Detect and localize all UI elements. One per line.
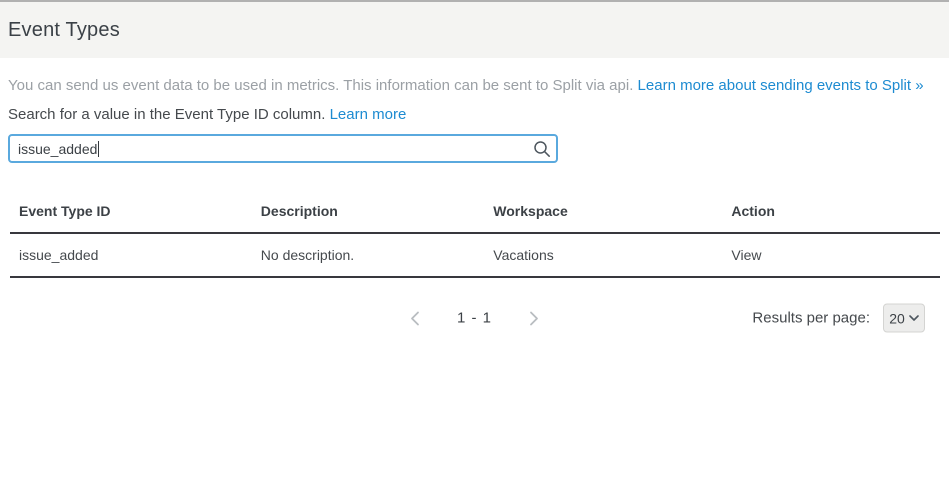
chevron-down-icon <box>909 315 919 322</box>
cell-event-type-id: issue_added <box>10 233 252 277</box>
results-per-page-value: 20 <box>889 310 905 326</box>
cell-description: No description. <box>252 233 485 277</box>
search-input-wrapper: issue_added <box>8 134 558 163</box>
event-types-table-wrapper: Event Type ID Description Workspace Acti… <box>10 189 940 278</box>
pagination: 1 - 1 <box>407 310 542 327</box>
text-caret <box>98 141 99 157</box>
table-row: issue_added No description. Vacations Vi… <box>10 233 940 277</box>
results-per-page-label: Results per page: <box>752 310 870 327</box>
page-title: Event Types <box>8 19 120 42</box>
column-header-workspace: Workspace <box>484 189 722 233</box>
event-types-page: Event Types You can send us event data t… <box>0 0 949 496</box>
previous-page-icon[interactable] <box>407 310 423 326</box>
learn-more-sending-events-link[interactable]: Learn more about sending events to Split… <box>638 77 924 94</box>
cell-action: View <box>722 233 940 277</box>
search-input-value: issue_added <box>18 141 97 157</box>
table-footer: 1 - 1 Results per page: 20 <box>0 302 949 334</box>
search-input[interactable]: issue_added <box>8 134 558 163</box>
column-header-event-type-id: Event Type ID <box>10 189 252 233</box>
event-types-table: Event Type ID Description Workspace Acti… <box>10 189 940 278</box>
search-hint-text: Search for a value in the Event Type ID … <box>8 105 941 125</box>
next-page-icon[interactable] <box>526 310 542 326</box>
learn-more-link[interactable]: Learn more <box>330 106 407 123</box>
cell-workspace: Vacations <box>484 233 722 277</box>
view-action-link[interactable]: View <box>731 247 761 263</box>
page-content: You can send us event data to be used in… <box>0 76 949 163</box>
column-header-action: Action <box>722 189 940 233</box>
intro-text: You can send us event data to be used in… <box>8 76 941 96</box>
search-icon[interactable] <box>533 140 551 158</box>
page-header: Event Types <box>0 0 949 58</box>
results-per-page-select[interactable]: 20 <box>883 304 925 333</box>
table-header-row: Event Type ID Description Workspace Acti… <box>10 189 940 233</box>
page-range-label: 1 - 1 <box>457 310 492 327</box>
intro-text-body: You can send us event data to be used in… <box>8 77 633 94</box>
results-per-page: Results per page: 20 <box>752 304 925 333</box>
search-hint-body: Search for a value in the Event Type ID … <box>8 106 325 123</box>
column-header-description: Description <box>252 189 485 233</box>
